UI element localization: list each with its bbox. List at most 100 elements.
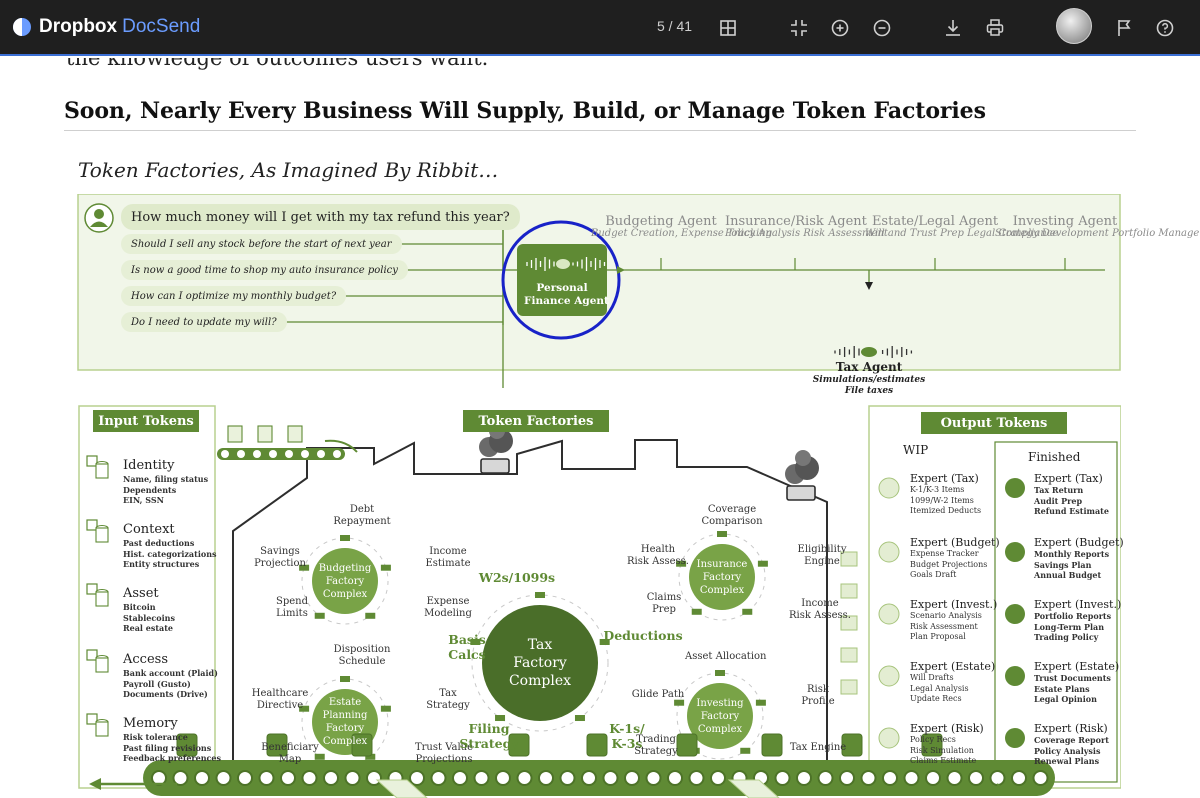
estate-label-4: Beneficiary Map [261, 742, 319, 765]
wip-coin-stack-icon [878, 477, 900, 499]
tax-agent-desc-2: File taxes [844, 386, 894, 396]
transfer-token [840, 647, 858, 663]
agent-desc-3: Will and Trust Prep Legal Compliance [865, 228, 1059, 239]
input-db-icon-body [95, 591, 109, 607]
investing-label-4: Trading Strategy [634, 734, 678, 757]
brand-name: Dropbox [39, 16, 118, 37]
investing-complex-label: Investing Factory Complex [696, 697, 744, 735]
wip-detail-1: K-1/K-3 Items 1099/W-2 Items Itemized De… [910, 485, 982, 515]
intake-gear [333, 450, 341, 458]
question-1: How much money will I get with my tax re… [121, 204, 520, 230]
insurance-label-3: Income Risk Assess. [789, 598, 851, 621]
conveyor-gear [645, 770, 662, 786]
conveyor-gear [925, 770, 941, 786]
finished-detail-1: Tax Return Audit Prep Refund Estimate [1034, 485, 1109, 516]
conveyor-gear [581, 770, 597, 786]
estate-label-1: Disposition Schedule [333, 644, 391, 667]
budgeting-label-5: Savings Projection [254, 546, 306, 569]
estate-mini-factory-icon [340, 676, 350, 682]
docsend-logo[interactable]: Dropbox DocSend [12, 15, 200, 39]
wip-detail-2: Expense Tracker Budget Projections Goals… [910, 549, 988, 579]
intake-gear [285, 450, 293, 458]
wip-title-1: Expert (Tax) [910, 472, 979, 485]
page-counter: 5 / 41 [657, 18, 693, 34]
transfer-token [840, 583, 858, 599]
estate-label-5: Healthcare Directive [251, 688, 309, 711]
budgeting-label-1: Debt Repayment [333, 504, 391, 527]
token-factory-infographic: How much money will I get with my tax re… [77, 194, 1200, 798]
intake-token-1 [227, 425, 243, 443]
conveyor-gear [968, 770, 984, 786]
finished-detail-2: Monthly Reports Savings Plan Annual Budg… [1034, 549, 1110, 580]
tax-mini-factory-icon [535, 592, 545, 598]
conveyor-gear [817, 770, 834, 786]
figure-caption: Token Factories, As Imagined By Ribbit… [78, 158, 499, 182]
insurance-label-1: Coverage Comparison [701, 504, 763, 527]
finished-label: Finished [1028, 450, 1081, 464]
input-detail-4: Bank account (Plaid) Payroll (Gusto) Doc… [123, 668, 218, 699]
tax-label-4: Filing Strategy [459, 721, 519, 751]
budgeting-label-2: Income Estimate [425, 546, 471, 569]
wip-coin-stack-icon [878, 603, 900, 625]
avatar[interactable] [1056, 8, 1092, 44]
finished-title-3: Expert (Invest.) [1034, 598, 1122, 611]
help-icon[interactable] [1153, 16, 1177, 40]
investing-mini-factory-icon [740, 747, 751, 754]
zoom-in-icon[interactable] [828, 16, 852, 40]
tax-label-5: Basis Calcs [448, 632, 486, 662]
dropbox-logo-icon [13, 18, 31, 36]
tax-agent-desc-1: Simulations/estimates [812, 375, 926, 385]
tax-label-1: W2s/1099s [478, 570, 556, 585]
input-db-icon-body [95, 657, 109, 673]
smoke-cloud [795, 450, 811, 466]
wip-label: WIP [903, 443, 929, 457]
estate-label-2: Tax Strategy [426, 688, 470, 711]
agent-desc-2: Policy Analysis Risk Assessment [725, 228, 888, 239]
conveyor-gear [473, 770, 490, 786]
zoom-out-icon[interactable] [870, 16, 894, 40]
finished-coin-stack-icon [1005, 666, 1025, 686]
conveyor-gear [667, 770, 683, 786]
personal-agent-label: Personal Finance Agent [524, 282, 609, 307]
conveyor-gear [323, 770, 339, 786]
conveyor-gear [688, 770, 705, 786]
smokestack-2 [786, 485, 816, 501]
wip-detail-4: Will Drafts Legal Analysis Update Recs [910, 673, 969, 703]
input-tokens-title: Input Tokens [93, 410, 199, 432]
conveyor-gear [882, 770, 898, 786]
input-db-icon-body [95, 527, 109, 543]
investing-mini-factory-icon [715, 670, 725, 676]
conveyor-gear [258, 770, 275, 786]
finished-title-1: Expert (Tax) [1034, 472, 1103, 485]
input-title-4: Access [123, 652, 168, 667]
insurance-label-4: Claims Prep [646, 592, 682, 615]
budgeting-label-4: Spend Limits [275, 596, 308, 619]
exit-fullscreen-icon[interactable] [787, 16, 811, 40]
wip-title-3: Expert (Invest.) [910, 598, 998, 611]
flag-icon[interactable] [1112, 16, 1136, 40]
download-icon[interactable] [941, 16, 965, 40]
input-detail-1: Name, filing status Dependents EIN, SSN [123, 474, 209, 505]
conveyor-gear [1011, 770, 1027, 786]
finished-detail-3: Portfolio Reports Long-Term Plan Trading… [1034, 611, 1112, 642]
question-2: Should I sell any stock before the start… [121, 234, 402, 254]
tax-agent-bird-icon [861, 347, 877, 357]
token-factories-title: Token Factories [463, 410, 609, 432]
intake-gear [237, 450, 245, 458]
intake-token-2 [257, 425, 273, 443]
top-bar: Dropbox DocSend 5 / 41 [0, 0, 1200, 56]
insurance-mini-factory-icon [742, 608, 753, 615]
print-icon[interactable] [983, 16, 1007, 40]
tax-mini-factory-icon [574, 715, 585, 722]
grid-view-icon[interactable] [716, 16, 740, 40]
intake-gear [253, 450, 261, 458]
conveyor-gear [237, 770, 253, 786]
input-title-2: Context [123, 522, 175, 537]
wip-coin-stack-icon [878, 541, 900, 563]
investing-label-3: Tax Engine [789, 742, 847, 753]
wip-title-2: Expert (Budget) [910, 536, 1000, 549]
conveyor-gear [280, 770, 296, 786]
conveyor-gear [301, 770, 318, 786]
input-detail-3: Bitcoin Stablecoins Real estate [123, 602, 175, 633]
agent-desc-1: Budget Creation, Expense Tracking [591, 228, 773, 239]
